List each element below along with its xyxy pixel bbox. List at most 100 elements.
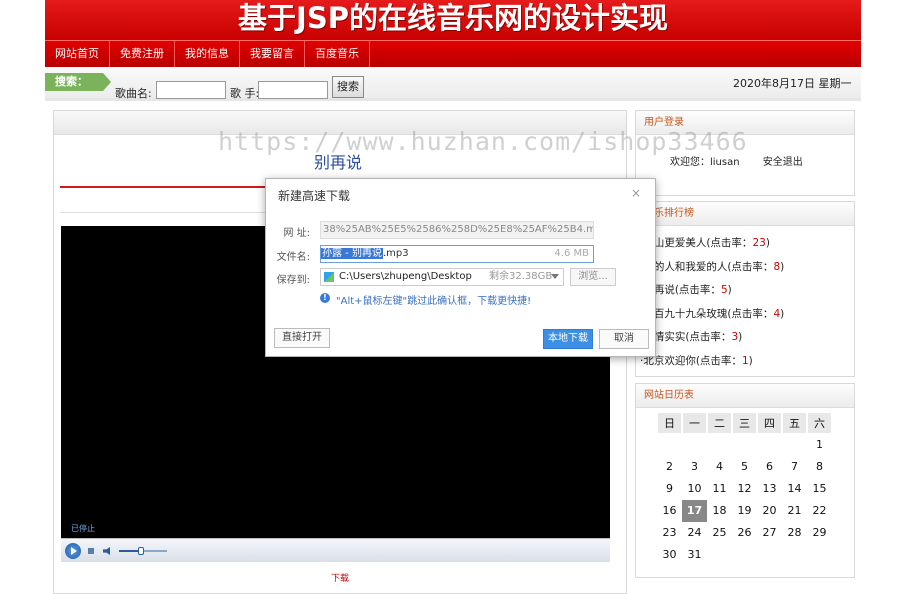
calendar-day[interactable]: 11 <box>707 478 732 500</box>
calendar-day[interactable]: 4 <box>707 456 732 478</box>
stop-icon[interactable] <box>88 548 94 554</box>
cancel-button[interactable]: 取消 <box>599 329 649 349</box>
info-icon: ! <box>320 293 330 303</box>
calendar-day[interactable]: 21 <box>782 500 807 522</box>
calendar-day <box>807 544 832 566</box>
calendar-day[interactable]: 24 <box>682 522 707 544</box>
calendar-day <box>732 434 757 456</box>
open-directly-button[interactable]: 直接打开 <box>274 328 330 348</box>
weekday-header: 二 <box>707 412 732 434</box>
nav-baidu-music[interactable]: 百度音乐 <box>305 41 370 67</box>
calendar-day <box>757 544 782 566</box>
calendar-day <box>757 434 782 456</box>
calendar-day[interactable]: 20 <box>757 500 782 522</box>
calendar-day <box>707 544 732 566</box>
dialog-title: 新建高速下载 <box>278 189 351 203</box>
calendar-day[interactable]: 8 <box>807 456 832 478</box>
close-icon[interactable]: × <box>631 186 641 200</box>
ranking-item[interactable]: ·真情实实(点击率：3) <box>640 326 854 350</box>
play-icon[interactable] <box>65 543 81 559</box>
free-space: 剩余32.38GB <box>489 271 553 282</box>
logout-link[interactable]: 安全退出 <box>763 157 803 168</box>
calendar-today[interactable]: 17 <box>682 500 707 522</box>
folder-icon <box>324 272 334 282</box>
player-panel-header <box>54 111 626 135</box>
download-link[interactable]: 下载 <box>331 571 349 584</box>
calendar-day <box>682 434 707 456</box>
ranking-item[interactable]: ·九百九十九朵玫瑰(点击率：4) <box>640 303 854 327</box>
singer-label: 歌 手: <box>230 87 260 100</box>
calendar-day[interactable]: 1 <box>807 434 832 456</box>
song-name-input[interactable] <box>156 81 226 99</box>
calendar-day[interactable]: 28 <box>782 522 807 544</box>
calendar-day[interactable]: 18 <box>707 500 732 522</box>
local-download-button[interactable]: 本地下载 <box>543 329 593 349</box>
ranking-list: ·江山更爱美人(点击率：23) ·我的人和我爱的人(点击率：8) ·别再说(点击… <box>636 226 854 374</box>
url-label: 网 址: <box>283 228 310 239</box>
weekday-header: 四 <box>757 412 782 434</box>
save-to-label: 保存到: <box>276 275 310 286</box>
main-nav: 网站首页 免费注册 我的信息 我要留言 百度音乐 <box>45 40 861 67</box>
calendar-day[interactable]: 26 <box>732 522 757 544</box>
nav-my-info[interactable]: 我的信息 <box>175 41 240 67</box>
login-box: 用户登录 欢迎您：liusan 安全退出 <box>635 110 855 196</box>
calendar-day[interactable]: 10 <box>682 478 707 500</box>
calendar-day[interactable]: 22 <box>807 500 832 522</box>
song-title: 别再说 <box>314 153 363 172</box>
filename-field[interactable]: 孙露 - 别再说.mp3 4.6 MB <box>320 245 594 263</box>
weekday-header: 三 <box>732 412 757 434</box>
calendar-day[interactable]: 30 <box>657 544 682 566</box>
calendar-day[interactable]: 5 <box>732 456 757 478</box>
calendar-day[interactable]: 15 <box>807 478 832 500</box>
url-field[interactable]: 38%25AB%25E5%2586%258D%25E8%25AF%25B4.mp… <box>320 221 594 239</box>
search-button[interactable]: 搜索 <box>332 76 364 98</box>
search-tag: 搜索： <box>45 73 111 91</box>
calendar-day <box>782 544 807 566</box>
ranking-item[interactable]: ·别再说(点击率：5) <box>640 279 854 303</box>
weekday-header: 日 <box>657 412 682 434</box>
calendar-day[interactable]: 9 <box>657 478 682 500</box>
calendar-day[interactable]: 27 <box>757 522 782 544</box>
save-path: C:\Users\zhupeng\Desktop <box>339 271 472 282</box>
ranking-item[interactable]: ·江山更爱美人(点击率：23) <box>640 232 854 256</box>
nav-guestbook[interactable]: 我要留言 <box>240 41 305 67</box>
song-name-label: 歌曲名: <box>115 87 152 100</box>
calendar-day[interactable]: 13 <box>757 478 782 500</box>
login-heading: 用户登录 <box>636 111 854 135</box>
calendar-day[interactable]: 3 <box>682 456 707 478</box>
filename-label: 文件名: <box>276 252 310 263</box>
calendar-day[interactable]: 14 <box>782 478 807 500</box>
calendar-day[interactable]: 29 <box>807 522 832 544</box>
calendar-day[interactable]: 25 <box>707 522 732 544</box>
player-status: 已停止 <box>71 524 95 533</box>
chevron-down-icon[interactable] <box>551 274 559 279</box>
calendar-day <box>782 434 807 456</box>
calendar-day <box>732 544 757 566</box>
calendar-day[interactable]: 12 <box>732 478 757 500</box>
calendar-day[interactable]: 19 <box>732 500 757 522</box>
browse-button[interactable]: 浏览... <box>570 268 616 286</box>
calendar-box: 网站日历表 日一二三四五六 1 2 3 4 5 6 7 8 9 10 11 12 13 14 15 16 17 18… <box>635 383 855 578</box>
calendar-day[interactable]: 2 <box>657 456 682 478</box>
calendar-day[interactable]: 23 <box>657 522 682 544</box>
calendar-day[interactable]: 16 <box>657 500 682 522</box>
volume-knob[interactable] <box>137 547 144 555</box>
ranking-box: 音乐排行榜 ·江山更爱美人(点击率：23) ·我的人和我爱的人(点击率：8) ·… <box>635 201 855 377</box>
calendar-day[interactable]: 31 <box>682 544 707 566</box>
nav-home[interactable]: 网站首页 <box>45 41 110 67</box>
site-banner: 基于JSP的在线音乐网的设计实现 <box>45 0 861 40</box>
volume-icon[interactable] <box>103 547 110 555</box>
calendar-day[interactable]: 7 <box>782 456 807 478</box>
site-title: 基于JSP的在线音乐网的设计实现 <box>238 1 668 35</box>
download-dialog: 新建高速下载 × 网 址: 38%25AB%25E5%2586%258D%25E… <box>265 178 656 357</box>
calendar-day[interactable]: 6 <box>757 456 782 478</box>
current-date: 2020年8月17日 星期一 <box>733 77 852 90</box>
singer-input[interactable] <box>258 81 328 99</box>
ranking-item[interactable]: ·北京欢迎你(点击率：1) <box>640 350 854 374</box>
ranking-item[interactable]: ·我的人和我爱的人(点击率：8) <box>640 256 854 280</box>
save-location-select[interactable]: C:\Users\zhupeng\Desktop 剩余32.38GB <box>320 268 564 286</box>
player-controls <box>61 538 610 562</box>
weekday-header: 六 <box>807 412 832 434</box>
nav-register[interactable]: 免费注册 <box>110 41 175 67</box>
calendar-day <box>657 434 682 456</box>
